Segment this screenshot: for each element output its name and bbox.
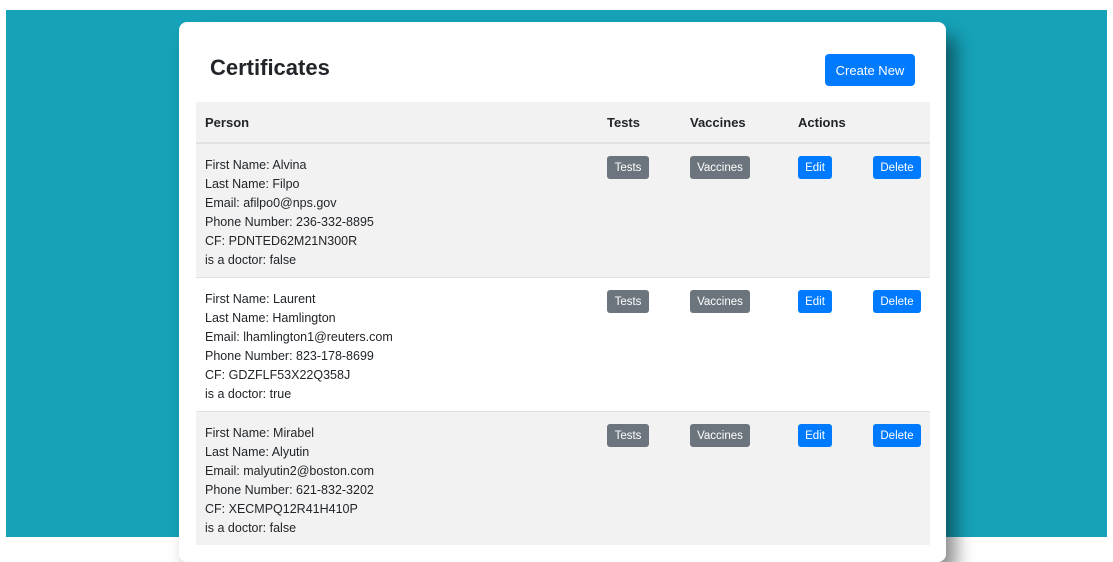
column-header-empty [864, 102, 930, 144]
column-header-vaccines: Vaccines [681, 102, 789, 144]
edit-button[interactable]: Edit [798, 156, 832, 179]
delete-button[interactable]: Delete [873, 424, 921, 447]
person-cell: First Name: Mirabel Last Name: Alyutin E… [196, 411, 598, 545]
person-email: Email: afilpo0@nps.gov [205, 196, 337, 210]
person-doctor: is a doctor: true [205, 387, 292, 401]
column-header-tests: Tests [598, 102, 681, 144]
person-phone: Phone Number: 823-178-8699 [205, 349, 374, 363]
certificates-table: Person Tests Vaccines Actions First Name… [196, 102, 930, 545]
person-last-name: Last Name: Alyutin [205, 445, 310, 459]
person-last-name: Last Name: Hamlington [205, 311, 336, 325]
create-new-button[interactable]: Create New [825, 54, 915, 86]
person-doctor: is a doctor: false [205, 521, 297, 535]
person-last-name: Last Name: Filpo [205, 177, 300, 191]
column-header-person: Person [196, 102, 598, 144]
person-phone: Phone Number: 236-332-8895 [205, 215, 374, 229]
person-first-name: First Name: Laurent [205, 292, 316, 306]
delete-button[interactable]: Delete [873, 156, 921, 179]
person-phone: Phone Number: 621-832-3202 [205, 483, 374, 497]
person-doctor: is a doctor: false [205, 253, 297, 267]
edit-cell: Edit [789, 411, 864, 545]
edit-button[interactable]: Edit [798, 290, 832, 313]
tests-button[interactable]: Tests [607, 424, 649, 447]
tests-cell: Tests [598, 142, 681, 278]
delete-cell: Delete [864, 277, 930, 412]
tests-cell: Tests [598, 411, 681, 545]
person-first-name: First Name: Mirabel [205, 426, 315, 440]
person-email: Email: lhamlington1@reuters.com [205, 330, 393, 344]
person-cell: First Name: Laurent Last Name: Hamlingto… [196, 277, 598, 412]
vaccines-button[interactable]: Vaccines [690, 156, 750, 179]
person-cell: First Name: Alvina Last Name: Filpo Emai… [196, 142, 598, 278]
person-cf: CF: GDZFLF53X22Q358J [205, 368, 351, 382]
person-cf: CF: PDNTED62M21N300R [205, 234, 358, 248]
delete-cell: Delete [864, 411, 930, 545]
page-title: Certificates [210, 55, 330, 80]
person-first-name: First Name: Alvina [205, 158, 307, 172]
vaccines-cell: Vaccines [681, 411, 789, 545]
vaccines-cell: Vaccines [681, 277, 789, 412]
table-row: First Name: Laurent Last Name: Hamlingto… [196, 277, 930, 412]
vaccines-cell: Vaccines [681, 142, 789, 278]
edit-button[interactable]: Edit [798, 424, 832, 447]
edit-cell: Edit [789, 277, 864, 412]
tests-cell: Tests [598, 277, 681, 412]
edit-cell: Edit [789, 142, 864, 278]
vaccines-button[interactable]: Vaccines [690, 290, 750, 313]
tests-button[interactable]: Tests [607, 156, 649, 179]
vaccines-button[interactable]: Vaccines [690, 424, 750, 447]
delete-button[interactable]: Delete [873, 290, 921, 313]
person-cf: CF: XECMPQ12R41H410P [205, 502, 358, 516]
certificates-card: Certificates Create New Person Tests Vac… [179, 22, 946, 562]
column-header-actions: Actions [789, 102, 864, 144]
table-header-row: Person Tests Vaccines Actions [196, 102, 930, 144]
delete-cell: Delete [864, 142, 930, 278]
table-row: First Name: Alvina Last Name: Filpo Emai… [196, 142, 930, 278]
person-email: Email: malyutin2@boston.com [205, 464, 375, 478]
table-row: First Name: Mirabel Last Name: Alyutin E… [196, 411, 930, 545]
tests-button[interactable]: Tests [607, 290, 649, 313]
